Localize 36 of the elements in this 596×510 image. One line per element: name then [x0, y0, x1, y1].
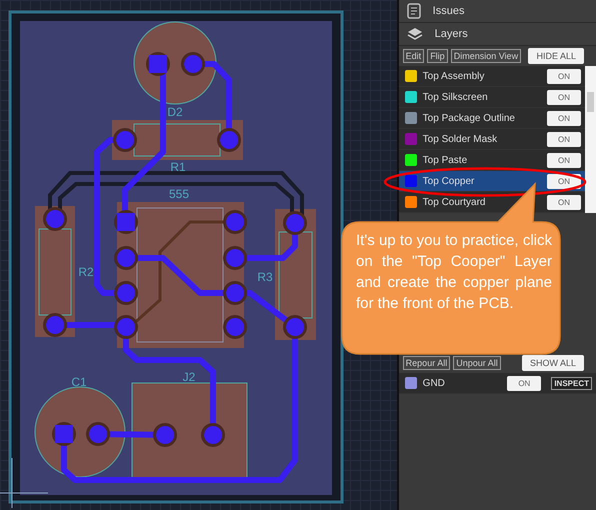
toolbar-button[interactable]: Repour All	[402, 356, 450, 370]
document-icon	[406, 3, 421, 19]
toggle-button[interactable]: ON	[547, 132, 581, 146]
layer-name: Top Solder Mask	[422, 134, 498, 144]
toggle-button[interactable]: ON	[547, 68, 581, 84]
scroll-thumb[interactable]	[587, 92, 594, 112]
layer-row[interactable]: Top Paste ON	[398, 150, 585, 171]
layer-row[interactable]: Top Silkscreen ON	[398, 87, 585, 108]
toggle-button[interactable]: ON	[507, 376, 542, 390]
scrollbar[interactable]	[585, 66, 596, 213]
layer-name: Top Package Outline	[422, 112, 516, 124]
layer-row[interactable]: Top Solder Mask ON	[398, 129, 585, 150]
toolbar-button[interactable]: Flip	[427, 49, 448, 63]
net-row[interactable]: GND ON INSPECT	[398, 373, 596, 394]
layer-name: Top Copper	[422, 176, 476, 186]
layer-name: Top Paste	[422, 154, 468, 166]
layers-icon	[406, 27, 423, 41]
toolbar-button[interactable]: Dimension View	[450, 49, 522, 63]
layer-name: Top Silkscreen	[422, 92, 489, 102]
toggle-button[interactable]: ON	[547, 90, 581, 104]
toolbar-button[interactable]: Edit	[402, 49, 424, 63]
toggle-button[interactable]: ON	[547, 152, 581, 168]
callout-text: It's up to you to practice, click on the "Top Cooper" Layer and create the copper plane for the front of the PCB.	[356, 231, 552, 314]
layer-name: Top Courtyard	[422, 196, 486, 208]
panel-section-header[interactable]: Issues	[398, 0, 596, 23]
layer-name: Top Assembly	[422, 70, 486, 82]
show-all-button[interactable]: SHOW ALL	[522, 355, 584, 371]
toggle-button[interactable]: ON	[547, 194, 581, 210]
toolbar-button[interactable]: Unpour All	[453, 356, 501, 370]
layer-row[interactable]: Top Assembly ON	[398, 66, 585, 87]
toggle-button[interactable]: ON	[547, 110, 581, 126]
net-name: GND	[422, 378, 446, 388]
layer-row[interactable]: Top Copper ON	[398, 171, 585, 192]
inspect-button[interactable]: INSPECT	[551, 376, 592, 390]
hide-all-button[interactable]: HIDE ALL	[528, 48, 584, 64]
layer-row[interactable]: Top Package Outline ON	[398, 108, 585, 129]
